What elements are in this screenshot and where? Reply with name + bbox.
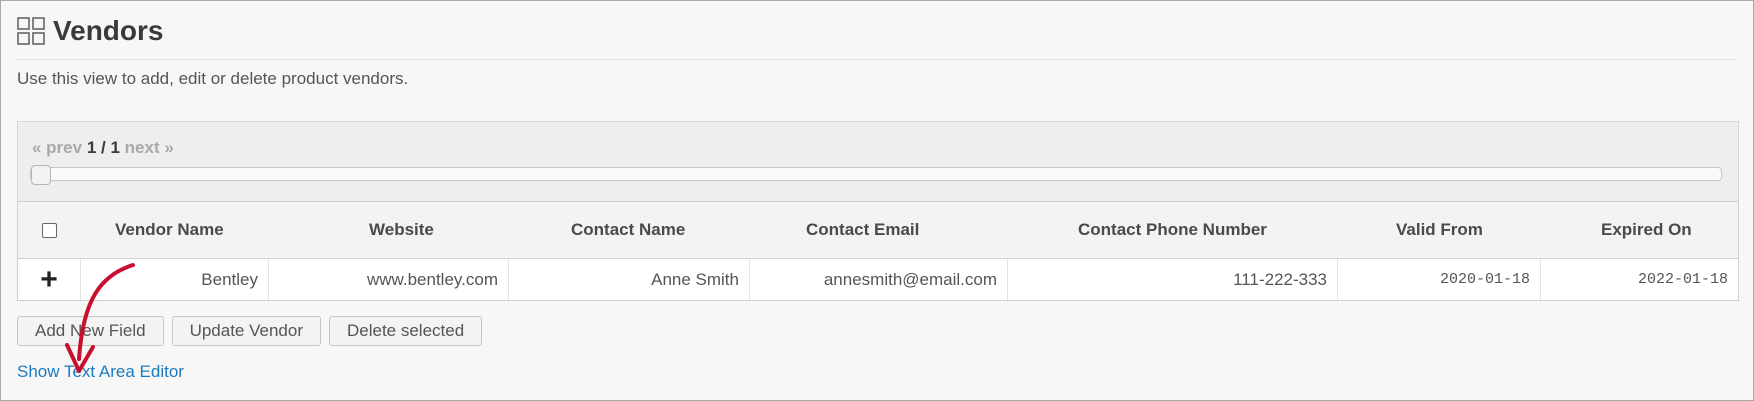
column-header-website[interactable]: Website xyxy=(269,220,509,240)
grid-icon xyxy=(17,17,45,45)
pagination: « prev 1 / 1 next » xyxy=(32,138,174,158)
plus-icon[interactable]: + xyxy=(40,263,58,296)
page-header: Vendors xyxy=(17,11,163,51)
column-header-vendor-name[interactable]: Vendor Name xyxy=(81,220,269,240)
header-divider xyxy=(17,59,1737,60)
column-header-valid-from[interactable]: Valid From xyxy=(1338,220,1541,240)
cell-contact-name[interactable]: Anne Smith xyxy=(509,259,750,300)
page-indicator: 1 / 1 xyxy=(86,138,120,157)
cell-website[interactable]: www.bentley.com xyxy=(269,259,509,300)
select-all-checkbox[interactable] xyxy=(42,223,57,239)
page-description: Use this view to add, edit or delete pro… xyxy=(17,69,409,88)
prev-page-link[interactable]: « prev xyxy=(32,138,82,157)
table-row: + Bentley www.bentley.com Anne Smith ann… xyxy=(18,259,1738,300)
page-slider-handle[interactable] xyxy=(31,165,51,185)
select-all-cell xyxy=(18,220,81,240)
column-header-expired-on[interactable]: Expired On xyxy=(1541,220,1738,240)
column-header-contact-phone[interactable]: Contact Phone Number xyxy=(1008,220,1338,240)
page-slider[interactable] xyxy=(30,165,1722,185)
pagination-panel: « prev 1 / 1 next » xyxy=(17,121,1739,203)
column-header-contact-name[interactable]: Contact Name xyxy=(509,220,750,240)
delete-selected-button[interactable]: Delete selected xyxy=(328,316,483,346)
column-header-contact-email[interactable]: Contact Email xyxy=(750,220,1008,240)
vendors-panel: Vendors Use this view to add, edit or de… xyxy=(0,0,1754,401)
cell-expired-on[interactable]: 2022-01-18 xyxy=(1541,259,1738,300)
table-header: Vendor Name Website Contact Name Contact… xyxy=(18,202,1738,259)
curved-arrow-annotation-icon xyxy=(65,263,135,373)
cell-contact-email[interactable]: annesmith@email.com xyxy=(750,259,1008,300)
vendors-table: Vendor Name Website Contact Name Contact… xyxy=(17,201,1739,301)
page-title: Vendors xyxy=(53,15,164,46)
cell-contact-phone[interactable]: 111-222-333 xyxy=(1008,259,1338,300)
cell-valid-from[interactable]: 2020-01-18 xyxy=(1338,259,1541,300)
next-page-link[interactable]: next » xyxy=(125,138,174,157)
update-vendor-button[interactable]: Update Vendor xyxy=(171,316,321,346)
